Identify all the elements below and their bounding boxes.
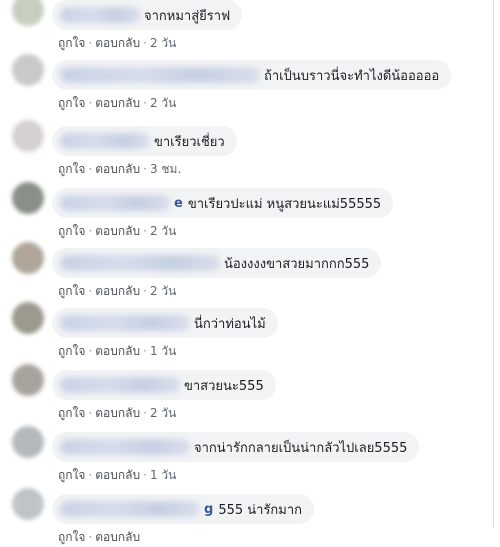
comment-actions: ถูกใจ · ตอบกลับ · 2 วัน [58, 94, 176, 113]
separator-dot: · [88, 468, 93, 482]
commenter-name-blurred[interactable] [60, 255, 220, 271]
comment-bubble: ขาสวยนะ555 [52, 370, 276, 400]
comment-text: ขาเรียวเชี่ยว [154, 134, 225, 150]
separator-dot: · [88, 224, 93, 238]
reply-link[interactable]: ตอบกลับ [95, 344, 140, 358]
reply-link[interactable]: ตอบกลับ [95, 530, 140, 544]
reply-link[interactable]: ตอบกลับ [95, 36, 140, 50]
like-link[interactable]: ถูกใจ [58, 36, 85, 50]
comment-actions: ถูกใจ · ตอบกลับ · 1 วัน [58, 466, 176, 485]
separator-dot: · [88, 344, 93, 358]
commenter-name-blurred[interactable] [60, 439, 190, 455]
separator-dot: · [143, 468, 147, 482]
reply-link[interactable]: ตอบกลับ [95, 162, 140, 176]
comment-bubble: ถ้าเป็นบราวนี่จะทำไงดีน้อออออ [52, 60, 452, 90]
comment-actions: ถูกใจ · ตอบกลับ · 2 วัน [58, 404, 176, 423]
like-link[interactable]: ถูกใจ [58, 162, 85, 176]
comment-actions: ถูกใจ · ตอบกลับ · 1 วัน [58, 342, 176, 361]
commenter-name-blurred[interactable] [60, 315, 190, 331]
avatar[interactable] [12, 302, 44, 334]
separator-dot: · [143, 96, 147, 110]
comment: จากหมาสู่ยีราฟ ถูกใจ · ตอบกลับ · 2 วัน [0, 0, 494, 52]
comment-bubble: ขาเรียวเชี่ยว [52, 126, 237, 156]
comment: g 555 น่ารักมาก ถูกใจ·ตอบกลับ· [0, 486, 494, 546]
avatar[interactable] [12, 182, 44, 214]
separator-dot: · [143, 284, 147, 298]
comment-text: ถ้าเป็นบราวนี่จะทำไงดีน้อออออ [264, 68, 440, 84]
avatar[interactable] [12, 488, 44, 520]
comment: น้องงงงขาสวยมากกก555 ถูกใจ · ตอบกลับ · 2 วัน [0, 240, 494, 300]
like-link[interactable]: ถูกใจ [58, 344, 85, 358]
avatar[interactable] [12, 426, 44, 458]
like-link[interactable]: ถูกใจ [58, 284, 85, 298]
comment-timestamp[interactable]: 2 วัน [150, 284, 176, 298]
commenter-name[interactable]: e [174, 196, 183, 211]
like-link[interactable]: ถูกใจ [58, 530, 85, 544]
comment-text: ขาเรียวปะแม่ หนูสวยนะแม่55555 [187, 196, 382, 212]
comment: ขาสวยนะ555 ถูกใจ · ตอบกลับ · 2 วัน [0, 362, 494, 422]
reply-link[interactable]: ตอบกลับ [95, 284, 140, 298]
comment-bubble: จากหมาสู่ยีราฟ [52, 0, 243, 30]
comment-timestamp[interactable]: 2 วัน [150, 36, 176, 50]
separator-dot: · [88, 96, 93, 110]
comment-timestamp[interactable]: 2 วัน [150, 406, 176, 420]
commenter-name[interactable]: g [204, 502, 213, 517]
separator-dot: · [143, 224, 147, 238]
reply-link[interactable]: ตอบกลับ [95, 468, 140, 482]
comment-timestamp[interactable]: 2 วัน [150, 224, 176, 238]
comment-bubble: e ขาเรียวปะแม่ หนูสวยนะแม่55555 [52, 188, 394, 218]
separator-dot: · [88, 406, 93, 420]
comment-actions: ถูกใจ · ตอบกลับ · 2 วัน [58, 222, 176, 241]
separator-dot: · [143, 162, 147, 176]
commenter-name-blurred[interactable] [60, 377, 180, 393]
avatar[interactable] [12, 364, 44, 396]
commenter-name-blurred[interactable] [60, 501, 200, 517]
comment-timestamp[interactable]: 3 ชม. [150, 162, 181, 176]
commenter-name-blurred[interactable] [60, 133, 150, 149]
like-link[interactable]: ถูกใจ [58, 224, 85, 238]
comment-bubble: นี่กว่าท่อนไม้ [52, 308, 278, 338]
separator-dot: · [143, 406, 147, 420]
comment-text: ขาสวยนะ555 [184, 378, 264, 394]
comment-text: จากหมาสู่ยีราฟ [144, 8, 231, 24]
reply-link[interactable]: ตอบกลับ [95, 224, 140, 238]
separator-dot: · [88, 284, 93, 298]
avatar[interactable] [12, 120, 44, 152]
like-link[interactable]: ถูกใจ [58, 406, 85, 420]
comment-timestamp[interactable]: 2 วัน [150, 96, 176, 110]
comment-timestamp[interactable]: 1 วัน [150, 344, 176, 358]
reply-link[interactable]: ตอบกลับ [95, 406, 140, 420]
separator-dot: · [88, 530, 93, 544]
comment: ขาเรียวเชี่ยว ถูกใจ · ตอบกลับ · 3 ชม. [0, 118, 494, 178]
reply-link[interactable]: ตอบกลับ [95, 96, 140, 110]
separator-dot: · [88, 162, 93, 176]
comment-actions: ถูกใจ · ตอบกลับ · 2 วัน [58, 282, 176, 301]
comment-actions: ถูกใจ·ตอบกลับ· [58, 528, 140, 547]
comment-bubble: g 555 น่ารักมาก [52, 494, 315, 524]
comment: ถ้าเป็นบราวนี่จะทำไงดีน้อออออ ถูกใจ · ตอบก… [0, 52, 494, 112]
like-link[interactable]: ถูกใจ [58, 468, 85, 482]
comment-bubble: น้องงงงขาสวยมากกก555 [52, 248, 382, 278]
comment: e ขาเรียวปะแม่ หนูสวยนะแม่55555 ถูกใจ · ตอ… [0, 180, 494, 240]
commenter-name-blurred[interactable] [60, 67, 260, 83]
avatar[interactable] [12, 0, 44, 26]
comment: จากน่ารักกลายเป็นน่ากลัวไปเลย5555 ถูกใจ ·… [0, 424, 494, 484]
separator-dot: · [143, 344, 147, 358]
separator-dot: · [143, 36, 147, 50]
comment-text: น้องงงงขาสวยมากกก555 [224, 256, 370, 272]
comment-text: 555 น่ารักมาก [218, 502, 303, 518]
comment-actions: ถูกใจ · ตอบกลับ · 2 วัน [58, 34, 176, 53]
like-link[interactable]: ถูกใจ [58, 96, 85, 110]
avatar[interactable] [12, 242, 44, 274]
comment-text: นี่กว่าท่อนไม้ [194, 316, 266, 332]
comment-text: จากน่ารักกลายเป็นน่ากลัวไปเลย5555 [194, 440, 408, 456]
comment-bubble: จากน่ารักกลายเป็นน่ากลัวไปเลย5555 [52, 432, 420, 462]
separator-dot: · [88, 36, 93, 50]
commenter-name-blurred[interactable] [60, 7, 140, 23]
avatar[interactable] [12, 54, 44, 86]
comment: นี่กว่าท่อนไม้ ถูกใจ · ตอบกลับ · 1 วัน [0, 300, 494, 360]
comment-actions: ถูกใจ · ตอบกลับ · 3 ชม. [58, 160, 181, 179]
comment-timestamp[interactable]: 1 วัน [150, 468, 176, 482]
commenter-name-blurred[interactable] [60, 195, 170, 211]
